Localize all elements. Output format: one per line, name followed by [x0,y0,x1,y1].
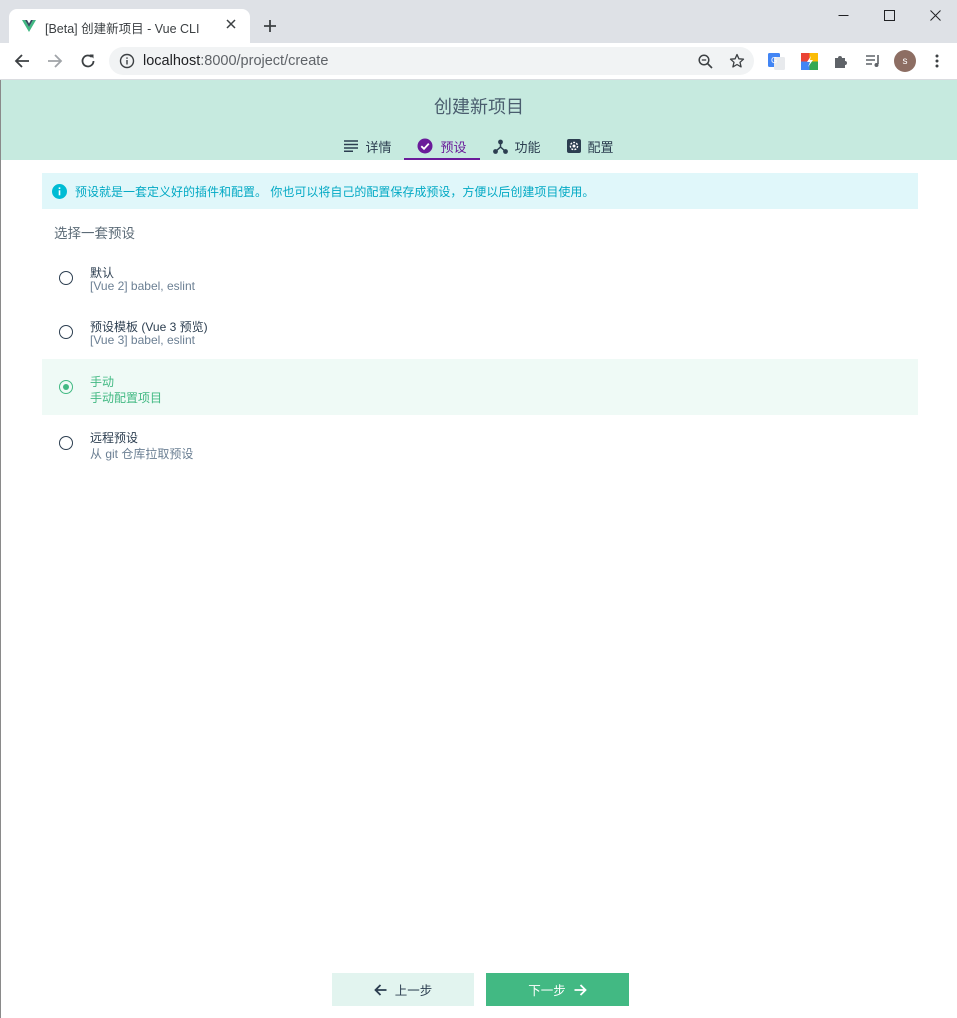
close-tab-icon[interactable] [222,15,240,33]
check-circle-icon [417,138,433,154]
maximize-icon[interactable] [866,0,912,30]
radio-button[interactable] [59,436,73,450]
more-menu-icon[interactable] [928,52,946,70]
preset-default[interactable]: 默认 [Vue 2] babel, eslint [42,251,918,305]
settings-icon [566,139,581,153]
preset-name: 手动 [90,375,115,389]
url-text: localhost:8000/project/create [143,53,329,69]
tab-label: 详情 [365,139,392,155]
preset-desc: 从 git 仓库拉取预设 [90,447,194,461]
reload-icon[interactable] [76,49,100,73]
bookmark-star-icon[interactable] [728,52,746,70]
zoom-icon[interactable] [696,52,714,70]
window-border [0,80,1,1018]
section-label: 选择一套预设 [54,226,135,241]
previous-step-label: 上一步 [394,984,433,998]
preset-manual[interactable]: 手动 手动配置项目 [42,359,918,415]
tab-title: [Beta] 创建新项目 - Vue CLI [45,22,200,36]
browser-tab[interactable]: [Beta] 创建新项目 - Vue CLI [9,9,250,43]
back-arrow-icon[interactable] [10,49,34,73]
browser-tabstrip: [Beta] 创建新项目 - Vue CLI [0,0,957,43]
close-window-icon[interactable] [912,0,957,30]
profile-avatar[interactable]: s [894,50,916,72]
tab-presets[interactable]: 预设 [404,132,480,160]
info-icon[interactable] [119,53,135,69]
preset-desc: [Vue 2] babel, eslint [90,279,195,293]
info-banner: 预设就是一套定义好的插件和配置。 你也可以将自己的配置保存成预设，方便以后创建项… [42,173,918,209]
browser-toolbar: localhost:8000/project/create G s [0,43,957,80]
radio-button[interactable] [59,271,73,285]
puzzle-extensions-icon[interactable] [832,52,850,70]
forward-arrow-icon[interactable] [43,49,67,73]
list-icon [344,140,359,152]
tab-config[interactable]: 配置 [554,132,627,160]
page-title: 创建新项目 [434,97,524,117]
arrow-left-icon [373,983,387,996]
previous-step-button[interactable]: 上一步 [332,973,474,1006]
media-playlist-icon[interactable] [864,52,882,70]
info-circle-icon [52,183,67,199]
translate-extension-icon[interactable]: G [767,52,785,70]
app-header: 创建新项目 详情 预设 功能 配置 [1,80,957,160]
address-bar[interactable]: localhost:8000/project/create [109,47,754,75]
next-step-button[interactable]: 下一步 [486,973,629,1006]
tree-icon [492,139,508,154]
tab-label: 预设 [440,139,467,155]
next-step-label: 下一步 [528,984,566,998]
step-tabs: 详情 预设 功能 配置 [1,132,957,160]
preset-vue3-template[interactable]: 预设模板 (Vue 3 预览) [Vue 3] babel, eslint [42,305,918,359]
preset-remote[interactable]: 远程预设 从 git 仓库拉取预设 [42,416,918,470]
preset-desc: 手动配置项目 [90,391,163,405]
tab-label: 功能 [514,139,541,155]
vue-logo-icon [22,20,36,32]
new-tab-icon[interactable] [259,15,281,37]
tab-label: 配置 [587,139,614,155]
tab-features[interactable]: 功能 [480,132,554,160]
svg-text:G: G [771,56,777,65]
preset-desc: [Vue 3] babel, eslint [90,333,195,347]
radio-button[interactable] [59,325,73,339]
preset-name: 远程预设 [90,431,139,445]
arrow-right-icon [574,983,587,996]
minimize-icon[interactable] [820,0,866,30]
tab-details[interactable]: 详情 [331,132,404,160]
info-text: 预设就是一套定义好的插件和配置。 你也可以将自己的配置保存成预设，方便以后创建项… [75,184,595,199]
color-extension-icon[interactable] [800,52,818,70]
radio-button-selected[interactable] [59,380,73,394]
